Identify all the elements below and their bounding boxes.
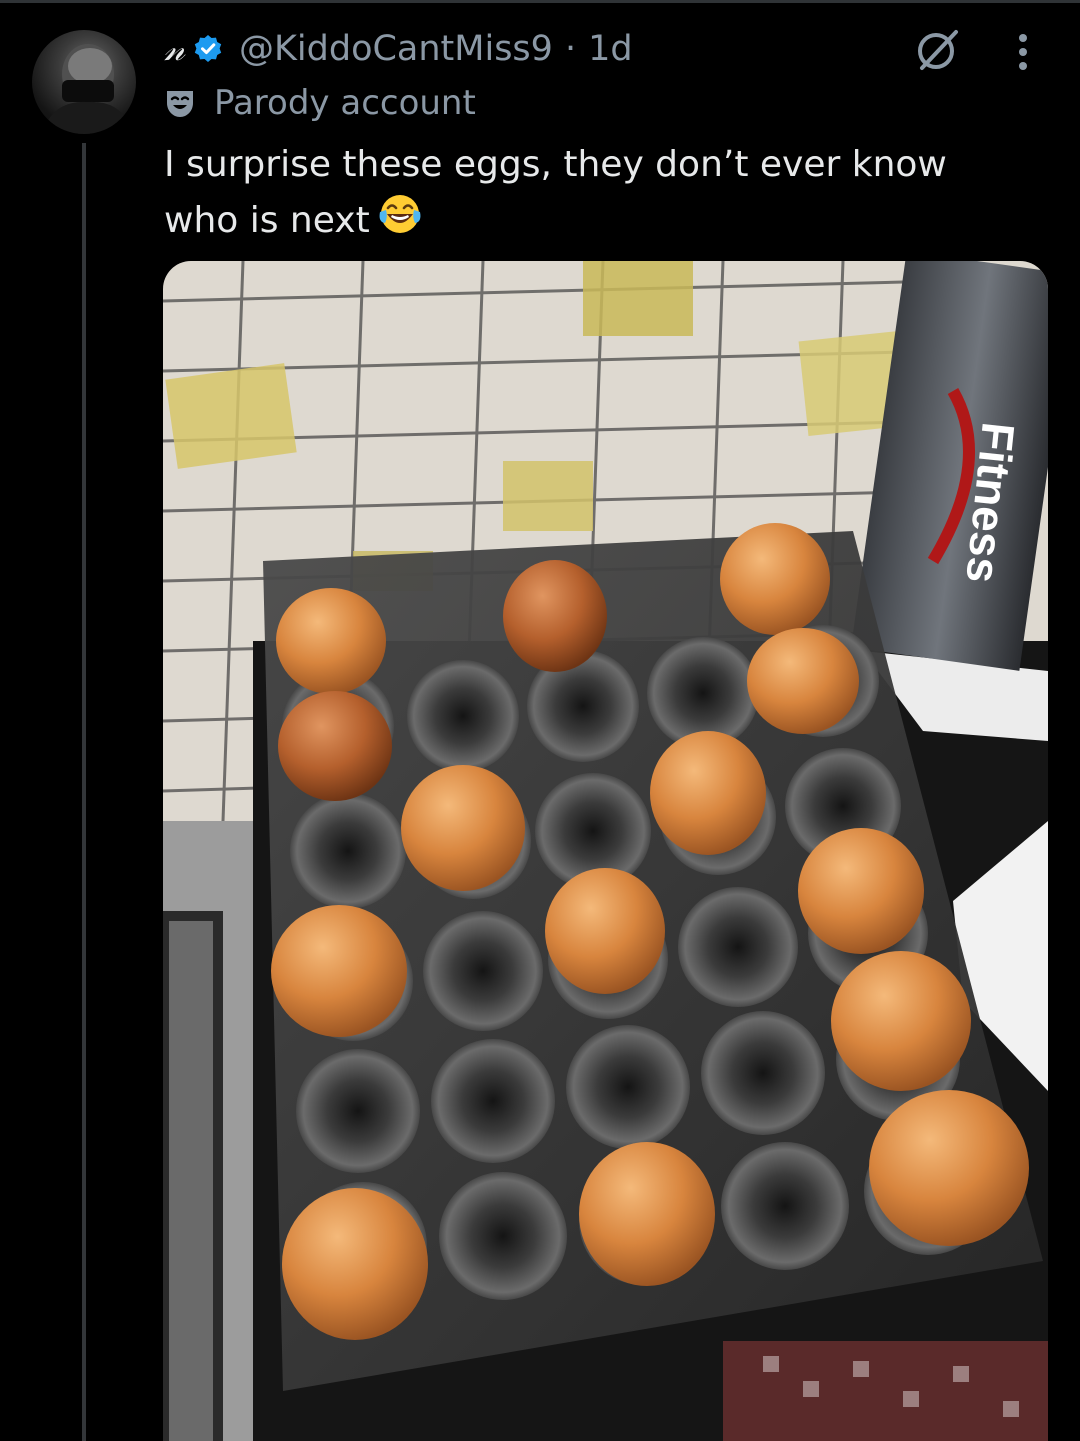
post-image[interactable]: Fitness [163, 261, 1048, 1441]
parody-label-text: Parody account [214, 83, 476, 123]
laughing-tears-emoji [376, 192, 424, 252]
more-options-icon[interactable] [1003, 28, 1043, 76]
thread-line [82, 143, 86, 1441]
separator: · [564, 29, 577, 69]
parody-label: Parody account [164, 80, 476, 126]
post-text-line-2-wrap: who is next [164, 192, 1044, 252]
grok-icon[interactable] [912, 26, 964, 74]
handle[interactable]: @KiddoCantMiss9 [239, 29, 553, 69]
top-divider [0, 0, 1080, 3]
post-text-line-1: I surprise these eggs, they don’t ever k… [164, 144, 947, 185]
avatar[interactable] [32, 30, 136, 134]
display-name[interactable]: 𝓃 [164, 29, 185, 69]
post-text-line-2: who is next [164, 200, 370, 241]
drama-mask-icon [164, 87, 196, 119]
verified-badge-icon [193, 34, 223, 64]
post-header: 𝓃 @KiddoCantMiss9 · 1d [164, 22, 633, 76]
post-text: I surprise these eggs, they don’t ever k… [164, 138, 1044, 252]
timestamp[interactable]: 1d [588, 29, 633, 69]
